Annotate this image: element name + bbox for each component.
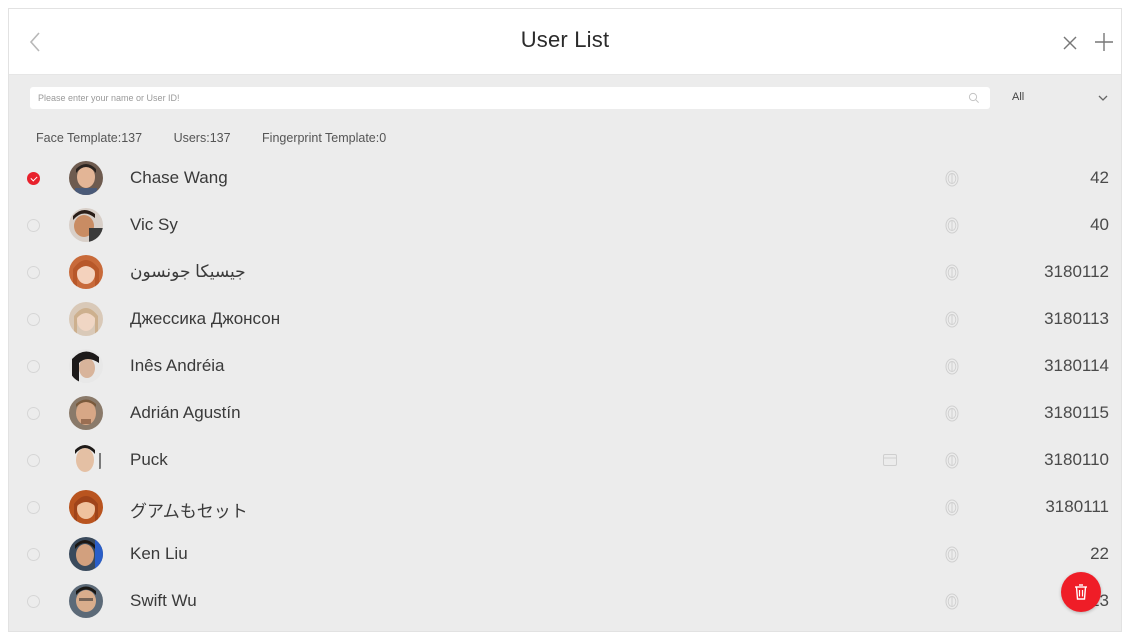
plus-icon [1095,33,1113,51]
user-name: Inês Andréia [130,356,225,375]
user-name: Ken Liu [130,544,188,563]
avatar [69,302,103,336]
add-user-button[interactable] [1091,29,1117,55]
user-filter-select[interactable]: All [999,87,1117,109]
row-select-radio[interactable] [27,454,40,467]
table-row[interactable]: Puck 3180110 [9,437,1121,484]
header-bar: User List [9,9,1121,75]
user-name: グアムもセット [130,502,248,521]
avatar [69,537,103,571]
avatar [69,443,103,477]
user-list-screen: User List All Face Template:137 Users [8,8,1122,632]
user-id: 3180112 [1044,262,1109,281]
user-id: 42 [1090,168,1109,187]
row-select-radio[interactable] [27,313,40,326]
card-icon [883,454,897,466]
user-id: 3180110 [1044,450,1109,469]
table-row[interactable]: جيسيكا جونسون 3180112 [9,249,1121,296]
table-row[interactable]: Vic Sy 40 [9,202,1121,249]
avatar [69,396,103,430]
row-select-radio[interactable] [27,266,40,279]
chevron-down-icon [1098,95,1108,101]
avatar [69,349,103,383]
page-title: User List [520,27,610,52]
table-row[interactable]: Swift Wu 23 [9,578,1121,625]
delete-button[interactable] [1061,572,1101,612]
fingerprint-icon [945,264,959,281]
user-id: 40 [1090,215,1109,234]
fingerprint-template-count: Fingerprint Template:0 [262,131,387,145]
table-row[interactable]: Adrián Agustín 3180115 [9,390,1121,437]
row-select-radio[interactable] [27,501,40,514]
search-icon[interactable] [968,92,980,104]
template-stats: Face Template:137 Users:137 Fingerprint … [36,131,414,145]
avatar [69,490,103,524]
user-id: 3180115 [1044,403,1109,422]
row-select-radio[interactable] [27,360,40,373]
avatar [69,255,103,289]
user-name: Джессика Джонсон [130,309,281,328]
fingerprint-icon [945,405,959,422]
filter-selected-value: All [1012,91,1025,103]
user-name: جيسيكا جونسون [130,262,246,281]
table-row[interactable]: Chase Wang 42 [9,155,1121,202]
avatar [69,584,103,618]
close-button[interactable] [1059,32,1081,54]
user-name: Vic Sy [130,215,178,234]
fingerprint-icon [945,452,959,469]
user-id: 3180114 [1044,356,1109,375]
user-id: 22 [1090,544,1109,563]
user-name: Adrián Agustín [130,403,241,422]
user-id: 3180111 [1045,497,1109,516]
row-select-radio[interactable] [27,595,40,608]
table-row[interactable]: Ken Liu 22 [9,531,1121,578]
fingerprint-icon [945,311,959,328]
fingerprint-icon [945,170,959,187]
row-select-radio[interactable] [27,407,40,420]
table-row[interactable]: グアムもセット 3180111 [9,484,1121,531]
close-icon [1063,36,1077,50]
fingerprint-icon [945,217,959,234]
row-select-radio[interactable] [27,172,40,185]
row-select-radio[interactable] [27,548,40,561]
user-id: 3180113 [1044,309,1109,328]
user-name: Puck [130,450,168,469]
face-template-count: Face Template:137 [36,131,143,145]
fingerprint-icon [945,593,959,610]
avatar [69,161,103,195]
search-box [30,87,990,109]
search-input[interactable] [38,87,938,109]
user-name: Chase Wang [130,168,228,187]
table-row[interactable]: Inês Andréia 3180114 [9,343,1121,390]
avatar [69,208,103,242]
fingerprint-icon [945,546,959,563]
trash-icon [1075,584,1087,600]
fingerprint-icon [945,358,959,375]
row-select-radio[interactable] [27,219,40,232]
fingerprint-icon [945,499,959,516]
users-count: Users:137 [173,131,231,145]
user-name: Swift Wu [130,591,197,610]
table-row[interactable]: Джессика Джонсон 3180113 [9,296,1121,343]
